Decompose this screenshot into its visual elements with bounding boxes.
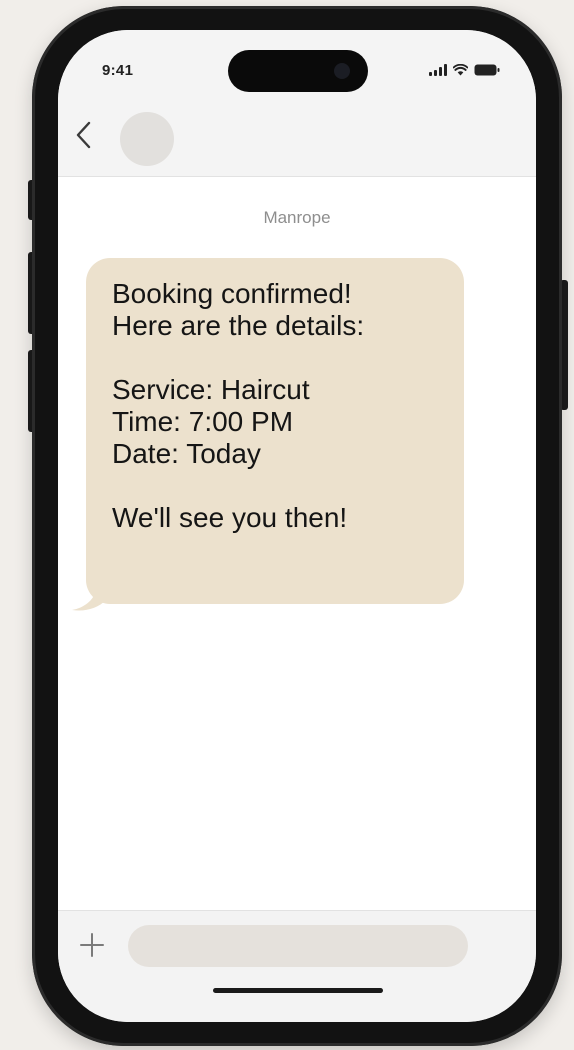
battery-icon — [474, 64, 500, 76]
camera-icon — [334, 63, 350, 79]
status-icons — [429, 64, 500, 76]
message-line: Service: Haircut — [112, 374, 310, 405]
phone-screen: 9:41 Manrope Booking confirmed! Here are… — [58, 30, 536, 1022]
sender-name: Manrope — [263, 208, 331, 227]
dynamic-island — [228, 50, 368, 92]
message-line: We'll see you then! — [112, 502, 348, 533]
message-input[interactable] — [128, 925, 468, 967]
contact-avatar[interactable] — [120, 112, 174, 166]
message-line: Here are the details: — [112, 310, 365, 341]
conversation-header: 9:41 — [58, 30, 536, 177]
message-bubble: Booking confirmed! Here are the details:… — [86, 258, 464, 604]
app-screenshot: 9:41 Manrope Booking confirmed! Here are… — [0, 0, 574, 1050]
message-line: Booking confirmed! — [112, 278, 352, 309]
plus-icon[interactable] — [78, 931, 106, 959]
phone-frame: 9:41 Manrope Booking confirmed! Here are… — [32, 6, 562, 1046]
status-time: 9:41 — [102, 62, 134, 79]
signal-icon — [429, 64, 447, 76]
chevron-left-icon[interactable] — [72, 118, 96, 152]
message-line: Date: Today — [112, 438, 261, 469]
home-indicator[interactable] — [213, 988, 383, 993]
message-line: Time: 7:00 PM — [112, 406, 294, 437]
wifi-icon — [453, 64, 468, 76]
message-composer — [58, 910, 536, 1022]
